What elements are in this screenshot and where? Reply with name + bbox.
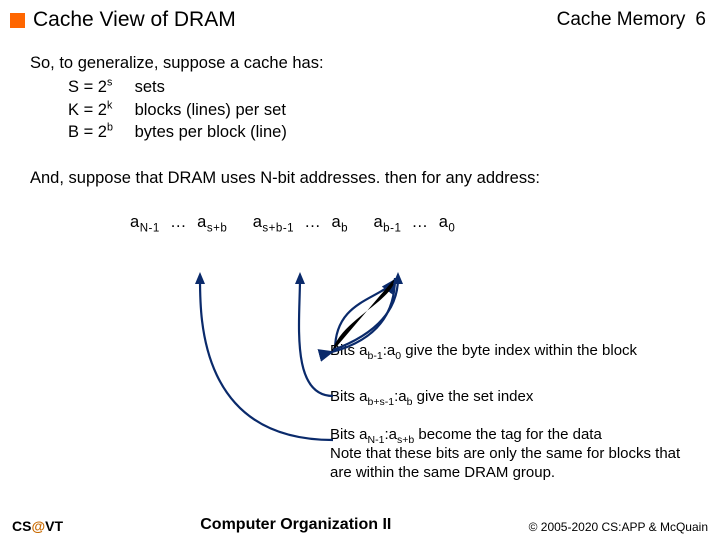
cap-text: Bits a <box>330 426 368 443</box>
addr-sub: b <box>341 223 348 235</box>
footer-vt: VT <box>45 518 63 534</box>
header-section: Cache Memory <box>557 9 686 31</box>
addr-sym: a <box>439 213 449 231</box>
spec-k-sup: k <box>107 99 112 111</box>
cap-text: become the tag for the data <box>414 426 602 443</box>
slide-title: Cache View of DRAM <box>33 8 557 32</box>
addr-sym: a <box>373 213 383 231</box>
spec-k-lhs: K = 2 <box>68 101 107 119</box>
addr-sub: N-1 <box>140 223 160 235</box>
caption-tag: Bits aN-1:as+b become the tag for the da… <box>330 426 700 482</box>
cap-sub: b-1 <box>368 350 383 362</box>
footer-at: @ <box>31 518 45 534</box>
title-row: Cache View of DRAM Cache Memory 6 <box>0 0 720 36</box>
cap-text: Bits a <box>330 388 368 405</box>
caption-set-index: Bits ab+s-1:ab give the set index <box>330 388 700 407</box>
address-bits-row: aN-1 … as+b as+b-1 … ab ab-1 … a0 <box>30 211 696 233</box>
footer-center: Computer Organization II <box>63 516 529 534</box>
addr-sym: a <box>130 213 140 231</box>
page-number: 6 <box>695 9 706 31</box>
addr-sym: a <box>197 213 207 231</box>
addr-sym: a <box>253 213 263 231</box>
spec-s-rhs: sets <box>135 76 165 98</box>
addr-sub: b-1 <box>383 223 401 235</box>
spec-row-b: B = 2b bytes per block (line) <box>30 121 696 143</box>
addr-sub: s+b-1 <box>262 223 294 235</box>
cap-text: give the set index <box>412 388 533 405</box>
spec-row-k: K = 2k blocks (lines) per set <box>30 99 696 121</box>
accent-square-icon <box>10 13 25 28</box>
spec-b-sup: b <box>107 121 113 133</box>
spec-k-rhs: blocks (lines) per set <box>135 99 286 121</box>
slide-body: So, to generalize, suppose a cache has: … <box>0 36 720 234</box>
footer-right: © 2005-2020 CS:APP & McQuain <box>529 520 708 534</box>
cap-text: Bits a <box>330 342 368 359</box>
footer-left: CS@VT <box>12 518 63 534</box>
footer: CS@VT Computer Organization II © 2005-20… <box>0 516 720 534</box>
spec-s-lhs: S = 2 <box>68 78 107 96</box>
ellipsis: … <box>170 213 187 231</box>
paragraph-addresses: And, suppose that DRAM uses N-bit addres… <box>30 167 696 189</box>
cap-text: :a <box>394 388 407 405</box>
slide: Cache View of DRAM Cache Memory 6 So, to… <box>0 0 720 540</box>
intro-text: So, to generalize, suppose a cache has: <box>30 52 696 74</box>
addr-sub: 0 <box>448 223 455 235</box>
cap-text: :a <box>384 426 397 443</box>
caption-byte-index: Bits ab-1:a0 give the byte index within … <box>330 342 700 361</box>
cap-text-line2: Note that these bits are only the same f… <box>330 445 680 481</box>
footer-cs: CS <box>12 518 31 534</box>
addr-sub: s+b <box>207 223 227 235</box>
cap-text: :a <box>383 342 396 359</box>
cap-text: give the byte index within the block <box>401 342 637 359</box>
spec-b-lhs: B = 2 <box>68 123 107 141</box>
spec-b-rhs: bytes per block (line) <box>135 121 287 143</box>
spec-row-s: S = 2s sets <box>30 76 696 98</box>
addr-sym: a <box>331 213 341 231</box>
ellipsis: … <box>412 213 429 231</box>
cap-sub: b+s-1 <box>368 396 395 408</box>
ellipsis: … <box>304 213 321 231</box>
spec-s-sup: s <box>107 77 112 89</box>
